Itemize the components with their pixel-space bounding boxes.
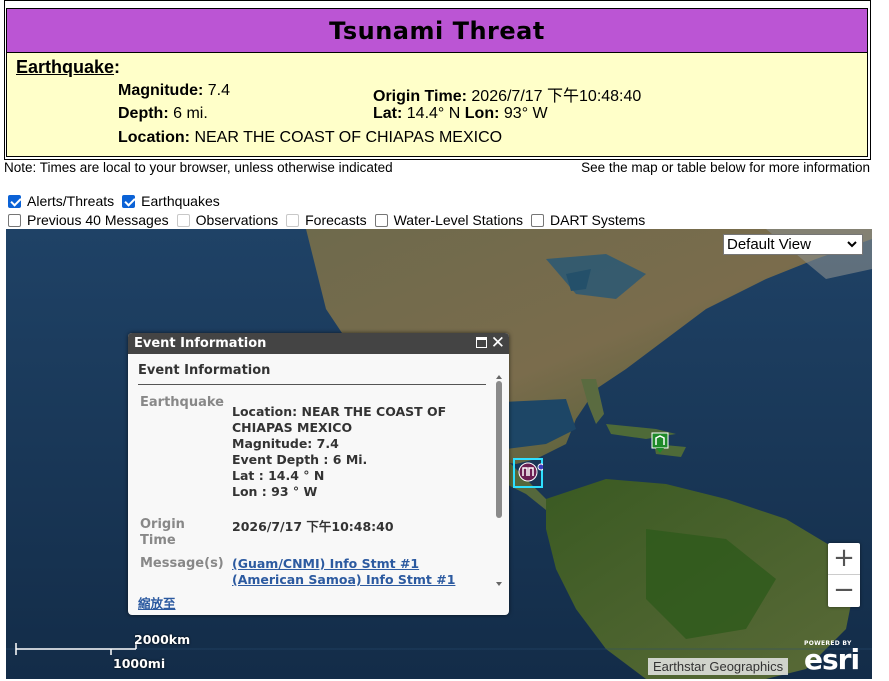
layer-water-level-stations[interactable]: Water-Level Stations: [374, 212, 523, 228]
observations-checkbox: [176, 213, 190, 227]
depth-value: 6 mi.: [173, 105, 208, 122]
depth-row: Depth: 6 mi.: [118, 105, 208, 122]
scrollbar-thumb[interactable]: [496, 381, 502, 518]
forecasts-checkbox: [286, 213, 300, 227]
dart-systems-checkbox[interactable]: [531, 213, 545, 227]
close-icon[interactable]: ✕: [491, 333, 505, 354]
lat-lon-row: Lat: 14.4° N Lon: 93° W: [373, 105, 548, 122]
event-info-popup: Event Information ✕ Event Information Ea…: [128, 333, 509, 615]
origin-time-value: 2026/7/17 下午10:48:40: [471, 88, 642, 105]
scale-mi: 1000mi: [113, 656, 166, 671]
zoom-control: + −: [828, 543, 860, 607]
magnitude-row: Magnitude: 7.4: [118, 82, 231, 99]
map-view[interactable]: Default View Event Information ✕ Event I…: [6, 229, 872, 679]
popup-header: Event Information ✕: [128, 333, 509, 354]
chevron-down-icon: [847, 241, 857, 248]
layer-dart-systems[interactable]: DART Systems: [531, 212, 645, 228]
page-title: Tsunami Threat: [329, 17, 545, 45]
origin-time-row: Origin Time: 2026/7/17 下午10:48:40: [373, 88, 642, 105]
station-marker[interactable]: [651, 432, 669, 459]
view-select[interactable]: Default View: [723, 234, 863, 255]
popup-origin-time: 2026/7/17 下午10:48:40: [232, 519, 394, 534]
zoom-to-link[interactable]: 縮放至: [138, 593, 176, 612]
esri-logo: POWERED BY esri: [804, 640, 860, 676]
map-attribution: Earthstar Geographics: [648, 658, 789, 675]
location-row: Location: NEAR THE COAST OF CHIAPAS MEXI…: [118, 129, 503, 146]
maximize-icon[interactable]: [476, 337, 487, 348]
origin-time-key: Origin Time: [140, 517, 185, 548]
earthquakes-checkbox[interactable]: [122, 194, 136, 208]
popup-title: Event Information: [138, 363, 271, 378]
alerts-threats-checkbox[interactable]: [8, 194, 21, 208]
earthquake-details: Location: NEAR THE COAST OF CHIAPAS MEXI…: [232, 404, 447, 499]
layer-observations: Observations: [176, 212, 278, 228]
water-level-stations-checkbox[interactable]: [374, 213, 388, 227]
layer-checkbox-row-2: Previous 40 Messages Observations Foreca…: [8, 212, 653, 228]
earthquake-icon: [513, 458, 545, 488]
messages-key: Message(s): [140, 556, 224, 571]
layer-previous-messages[interactable]: Previous 40 Messages: [8, 212, 169, 228]
time-note: Note: Times are local to your browser, u…: [4, 160, 393, 175]
layer-alerts-threats[interactable]: Alerts/Threats: [8, 193, 114, 209]
previous-messages-checkbox[interactable]: [8, 213, 21, 227]
messages-list: (Guam/CNMI) Info Stmt #1 (American Samoa…: [232, 556, 455, 588]
zoom-in-button[interactable]: +: [828, 543, 860, 575]
message-link-american-samoa[interactable]: (American Samoa) Info Stmt #1: [232, 572, 455, 587]
popup-divider: [138, 384, 486, 385]
scale-km: 2000km: [134, 632, 191, 647]
earthquake-marker[interactable]: [513, 458, 545, 493]
lon-value: 93° W: [503, 105, 548, 122]
earthquake-key: Earthquake: [140, 395, 224, 410]
station-icon: [651, 432, 669, 453]
lat-value: 14.4° N: [406, 105, 461, 122]
zoom-out-button[interactable]: −: [828, 575, 860, 607]
layer-earthquakes[interactable]: Earthquakes: [122, 193, 220, 209]
message-link-guam[interactable]: (Guam/CNMI) Info Stmt #1: [232, 556, 419, 571]
scroll-up-icon[interactable]: [495, 373, 503, 381]
earthquake-heading: Earthquake:: [16, 57, 121, 77]
location-value: NEAR THE COAST OF CHIAPAS MEXICO: [194, 129, 503, 146]
scroll-down-icon[interactable]: [495, 580, 503, 588]
layer-checkbox-row-1: Alerts/Threats Earthquakes: [8, 193, 228, 209]
layer-forecasts: Forecasts: [286, 212, 367, 228]
title-bar: Tsunami Threat: [6, 8, 868, 53]
map-note: See the map or table below for more info…: [581, 160, 870, 175]
popup-scrollbar[interactable]: [495, 373, 503, 588]
earthquake-info-panel: Earthquake: Magnitude: 7.4 Origin Time: …: [6, 53, 868, 157]
magnitude-value: 7.4: [207, 82, 231, 99]
